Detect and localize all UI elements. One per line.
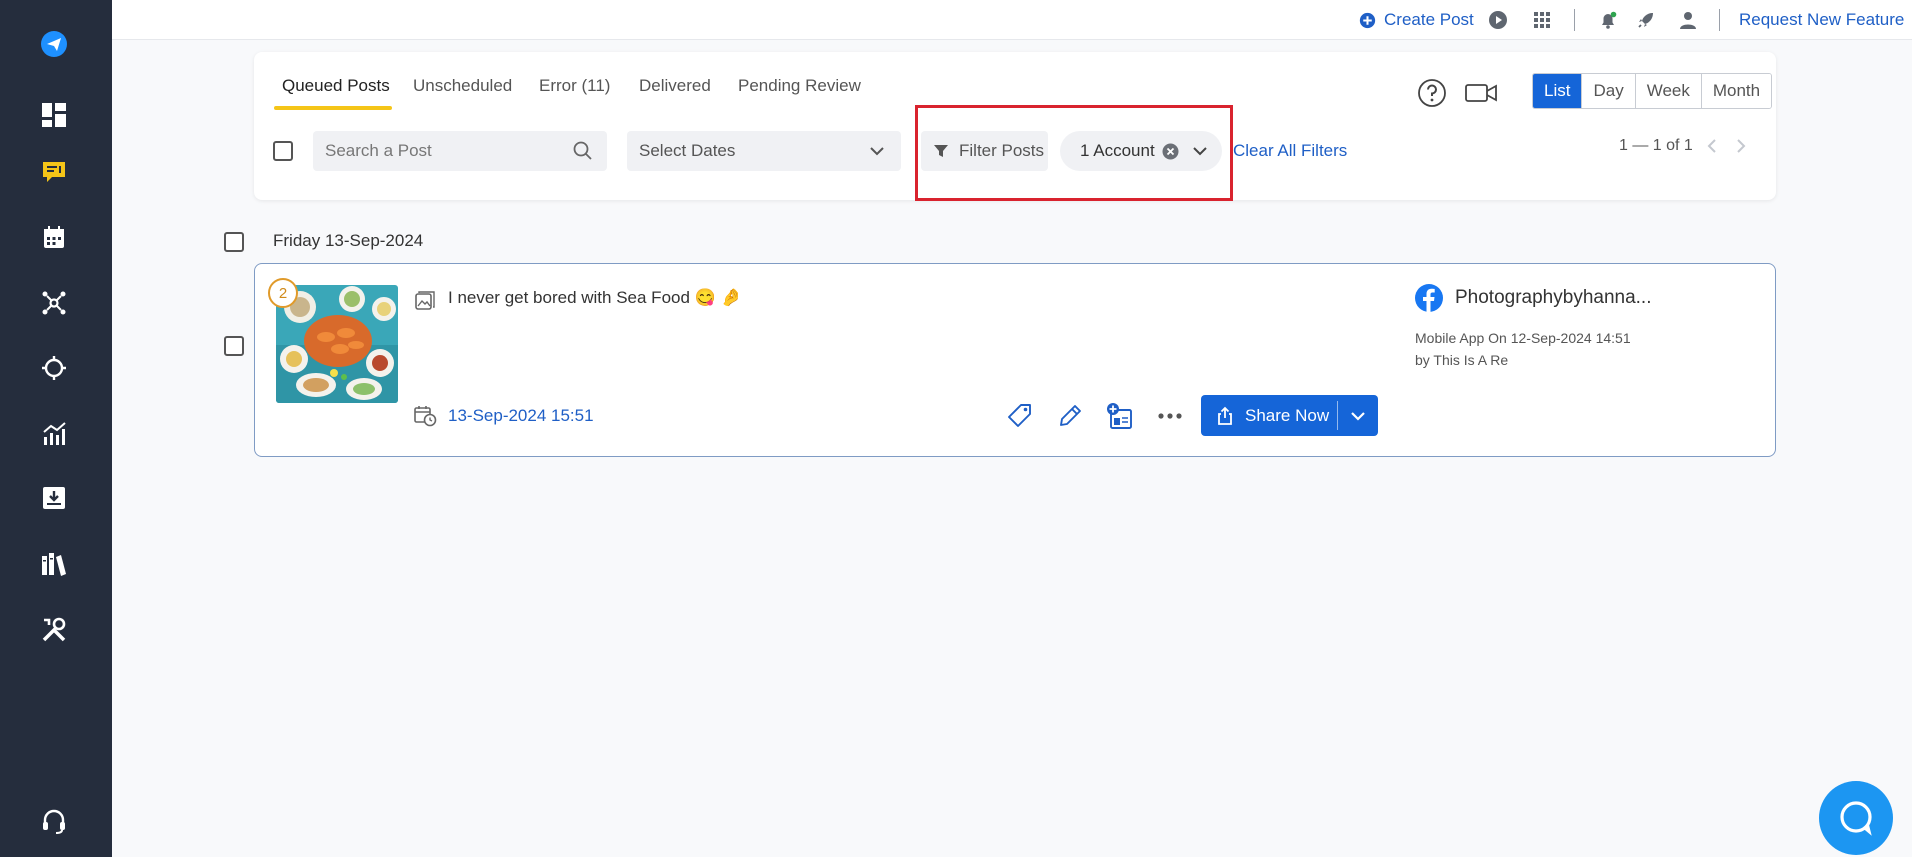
dashboard-icon[interactable]	[36, 97, 72, 133]
filter-posts-button[interactable]: Filter Posts	[921, 131, 1048, 171]
chat-bubble-icon	[1840, 801, 1872, 836]
view-week-button[interactable]: Week	[1634, 74, 1701, 108]
sidebar	[0, 0, 112, 857]
view-month-button[interactable]: Month	[1700, 74, 1772, 108]
tab-queued-posts[interactable]: Queued Posts	[282, 76, 390, 108]
user-profile-icon[interactable]	[1678, 0, 1698, 40]
select-all-checkbox[interactable]	[273, 141, 293, 161]
create-post-label: Create Post	[1384, 10, 1474, 29]
filter-card: Queued Posts Unscheduled Error (11) Deli…	[254, 52, 1776, 201]
tab-error[interactable]: Error (11)	[539, 76, 610, 108]
post-card[interactable]: 2 I never get bored with Sea Food 😋 🤌 13…	[254, 263, 1776, 457]
network-icon[interactable]	[36, 285, 72, 321]
tab-unscheduled[interactable]: Unscheduled	[413, 76, 512, 108]
plus-circle-icon	[1359, 12, 1376, 28]
apps-grid-icon[interactable]	[1532, 0, 1552, 40]
support-headset-icon[interactable]	[36, 803, 72, 839]
calendar-icon[interactable]	[36, 220, 72, 256]
create-post-button[interactable]: Create Post	[1359, 0, 1474, 40]
account-name[interactable]: Photographybyhanna...	[1455, 287, 1652, 309]
post-meta-author: by This Is A Re	[1415, 352, 1509, 368]
chevron-right-icon[interactable]	[1732, 136, 1750, 156]
active-tab-indicator	[274, 106, 392, 110]
filter-funnel-icon	[934, 145, 948, 157]
chevron-left-icon[interactable]	[1703, 136, 1721, 156]
search-icon[interactable]	[572, 140, 594, 162]
tools-icon[interactable]	[36, 612, 72, 648]
play-video-icon[interactable]	[1488, 0, 1508, 40]
video-camera-icon[interactable]	[1464, 79, 1498, 107]
search-input[interactable]	[313, 131, 607, 171]
pagination-count: 1 — 1 of 1	[1619, 137, 1693, 154]
more-options-icon[interactable]	[1155, 401, 1185, 431]
topbar-divider	[1574, 9, 1575, 31]
view-list-button[interactable]: List	[1533, 74, 1582, 108]
analytics-icon[interactable]	[36, 416, 72, 452]
help-icon[interactable]	[1417, 78, 1447, 108]
view-day-button[interactable]: Day	[1581, 74, 1635, 108]
request-feature-link[interactable]: Request New Feature	[1739, 0, 1904, 40]
top-bar: Create Post Request New Feature	[112, 0, 1912, 40]
rocket-icon[interactable]	[1636, 0, 1656, 40]
post-meta: Mobile App On 12-Sep-2024 14:51 by This …	[1415, 327, 1631, 371]
posts-icon[interactable]	[36, 154, 72, 190]
library-icon[interactable]	[36, 546, 72, 582]
chevron-down-icon	[1351, 411, 1365, 421]
tag-icon[interactable]	[1005, 401, 1035, 431]
edit-pencil-icon[interactable]	[1055, 401, 1085, 431]
share-now-label: Share Now	[1245, 405, 1330, 425]
tab-delivered[interactable]: Delivered	[639, 76, 711, 108]
group-checkbox[interactable]	[224, 232, 244, 252]
filter-posts-label: Filter Posts	[959, 141, 1045, 160]
scheduled-time[interactable]: 13-Sep-2024 15:51	[448, 406, 594, 426]
tab-pending-review[interactable]: Pending Review	[738, 76, 861, 108]
share-upload-icon	[1218, 406, 1232, 425]
share-dropdown-button[interactable]	[1338, 395, 1378, 436]
notifications-bell-icon[interactable]	[1598, 0, 1618, 40]
view-toggle: List Day Week Month	[1532, 73, 1773, 109]
facebook-icon	[1415, 284, 1443, 312]
post-meta-source: Mobile App On 12-Sep-2024 14:51	[1415, 330, 1631, 346]
topbar-divider	[1719, 9, 1720, 31]
chat-support-button[interactable]	[1819, 781, 1893, 855]
request-feature-label: Request New Feature	[1739, 10, 1905, 29]
inbox-download-icon[interactable]	[36, 480, 72, 516]
select-dates-label: Select Dates	[639, 141, 736, 160]
clear-account-icon[interactable]	[1162, 143, 1179, 160]
sidebar-logo-icon[interactable]	[36, 26, 72, 62]
share-now-button: Share Now	[1201, 395, 1378, 436]
account-chip-label: 1 Account	[1080, 141, 1155, 160]
select-dates-dropdown[interactable]: Select Dates	[627, 131, 901, 171]
post-text: I never get bored with Sea Food 😋 🤌	[448, 288, 742, 307]
chevron-down-icon[interactable]	[1190, 141, 1210, 161]
target-icon[interactable]	[36, 350, 72, 386]
post-count-badge: 2	[268, 278, 298, 308]
chevron-down-icon	[870, 147, 884, 156]
calendar-clock-icon	[414, 406, 437, 427]
post-checkbox[interactable]	[224, 336, 244, 356]
image-post-icon	[415, 291, 435, 310]
share-now-main[interactable]: Share Now	[1201, 395, 1337, 436]
clear-all-filters-link[interactable]: Clear All Filters	[1233, 141, 1347, 161]
group-date-title: Friday 13-Sep-2024	[273, 231, 424, 250]
duplicate-add-icon[interactable]	[1105, 401, 1135, 431]
